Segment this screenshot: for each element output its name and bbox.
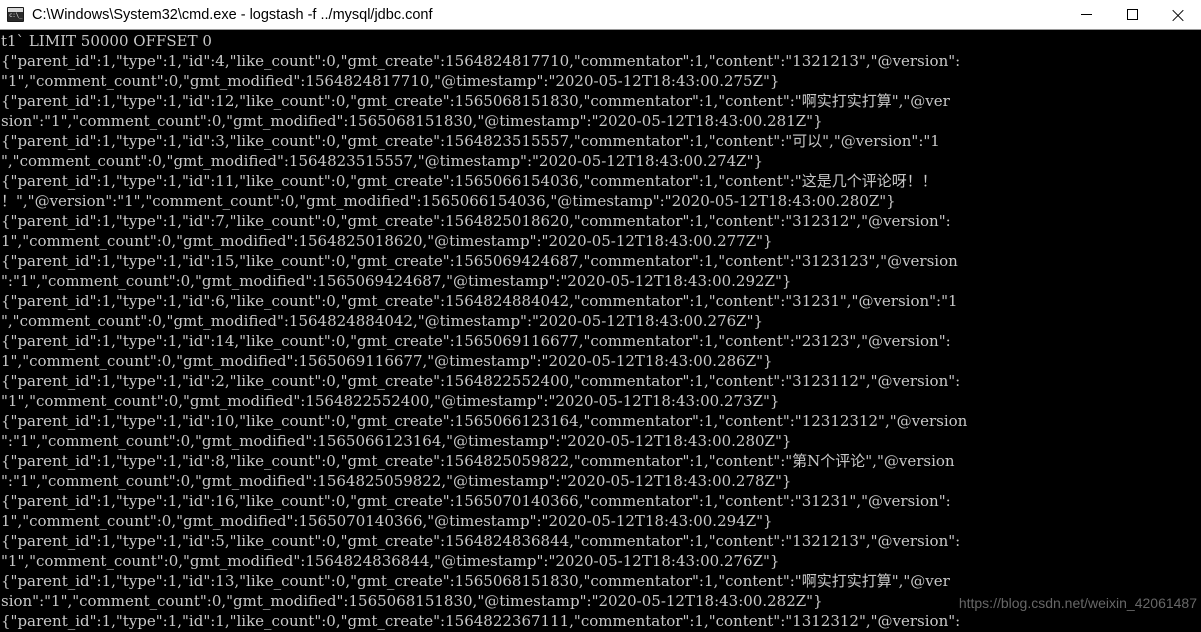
console-line: sion":"1","comment_count":0,"gmt_modifie… [1, 112, 823, 130]
title-bar[interactable]: C:\Windows\System32\cmd.exe - logstash -… [0, 0, 1201, 30]
console-text: t1` LIMIT 50000 OFFSET 0 {"parent_id":1,"… [1, 31, 1201, 631]
console-line: {"parent_id":1,"type":1,"id":6,"like_cou… [1, 292, 958, 310]
console-line: 1","comment_count":0,"gmt_modified":1565… [1, 512, 773, 530]
cmd-window: C:\Windows\System32\cmd.exe - logstash -… [0, 0, 1201, 632]
console-line: ":"1","comment_count":0,"gmt_modified":1… [1, 272, 792, 290]
console-line: {"parent_id":1,"type":1,"id":2,"like_cou… [1, 372, 961, 390]
cmd-console-icon [7, 7, 24, 22]
console-line: {"parent_id":1,"type":1,"id":5,"like_cou… [1, 532, 961, 550]
console-line: ","comment_count":0,"gmt_modified":15648… [1, 312, 764, 330]
console-line: ！","@version":"1","comment_count":0,"gmt… [1, 192, 896, 210]
minimize-button[interactable] [1063, 0, 1109, 29]
window-title: C:\Windows\System32\cmd.exe - logstash -… [32, 6, 433, 23]
window-controls [1063, 0, 1201, 29]
close-icon [1172, 8, 1185, 21]
maximize-button[interactable] [1109, 0, 1155, 29]
close-button[interactable] [1155, 0, 1201, 29]
title-bar-left: C:\Windows\System32\cmd.exe - logstash -… [0, 6, 1063, 24]
console-line: {"parent_id":1,"type":1,"id":1,"like_cou… [1, 612, 961, 630]
console-line: {"parent_id":1,"type":1,"id":7,"like_cou… [1, 212, 951, 230]
console-line: "1","comment_count":0,"gmt_modified":156… [1, 392, 780, 410]
console-line: "1","comment_count":0,"gmt_modified":156… [1, 552, 780, 570]
console-line: {"parent_id":1,"type":1,"id":12,"like_co… [1, 92, 950, 110]
console-line: {"parent_id":1,"type":1,"id":15,"like_co… [1, 252, 958, 270]
console-line: ":"1","comment_count":0,"gmt_modified":1… [1, 472, 792, 490]
console-output-area[interactable]: t1` LIMIT 50000 OFFSET 0 {"parent_id":1,"… [0, 30, 1201, 632]
minimize-icon [1080, 14, 1092, 15]
console-line: sion":"1","comment_count":0,"gmt_modifie… [1, 592, 823, 610]
console-line: {"parent_id":1,"type":1,"id":11,"like_co… [1, 172, 937, 190]
console-line: t1` LIMIT 50000 OFFSET 0 [1, 32, 212, 50]
console-line: {"parent_id":1,"type":1,"id":8,"like_cou… [1, 452, 955, 470]
console-line: {"parent_id":1,"type":1,"id":3,"like_cou… [1, 132, 940, 150]
console-line: ":"1","comment_count":0,"gmt_modified":1… [1, 432, 792, 450]
console-line: 1","comment_count":0,"gmt_modified":1564… [1, 232, 773, 250]
console-line: {"parent_id":1,"type":1,"id":13,"like_co… [1, 572, 950, 590]
console-line: {"parent_id":1,"type":1,"id":4,"like_cou… [1, 52, 961, 70]
console-line: "1","comment_count":0,"gmt_modified":156… [1, 72, 780, 90]
console-line: {"parent_id":1,"type":1,"id":10,"like_co… [1, 412, 968, 430]
console-line: {"parent_id":1,"type":1,"id":14,"like_co… [1, 332, 951, 350]
console-line: {"parent_id":1,"type":1,"id":16,"like_co… [1, 492, 951, 510]
maximize-icon [1126, 9, 1138, 20]
console-line: ","comment_count":0,"gmt_modified":15648… [1, 152, 764, 170]
console-line: 1","comment_count":0,"gmt_modified":1565… [1, 352, 773, 370]
